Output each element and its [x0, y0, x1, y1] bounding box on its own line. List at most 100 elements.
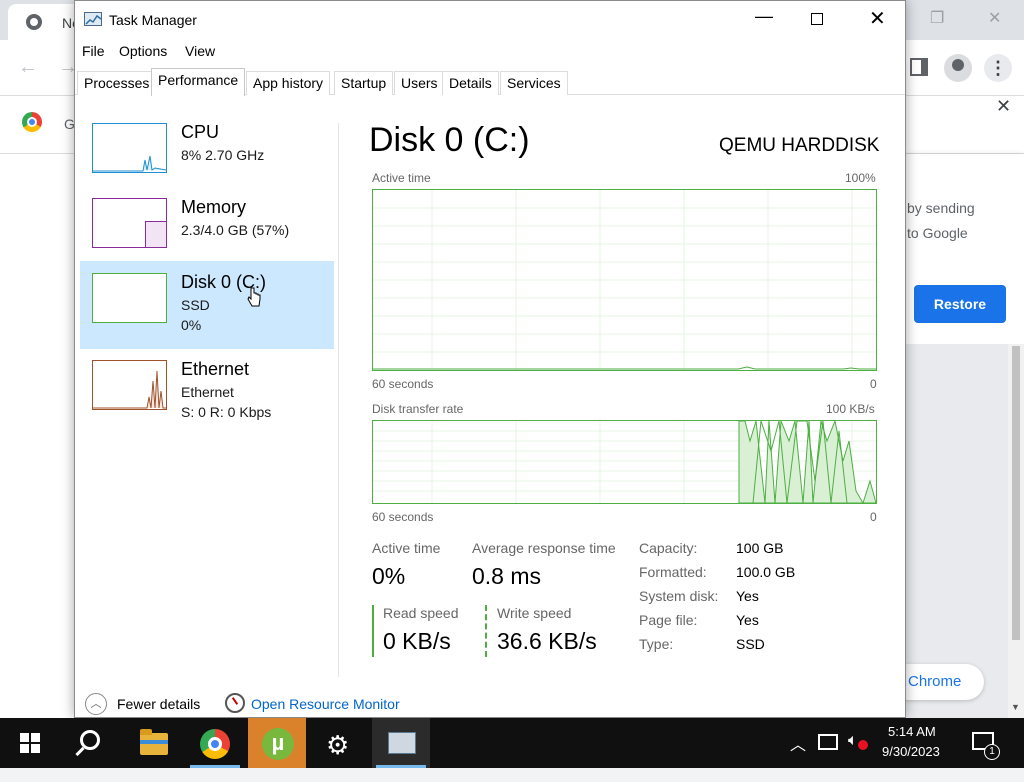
prop-type-value: SSD — [736, 636, 765, 652]
chrome-content-area — [906, 344, 1024, 718]
profile-avatar-icon[interactable] — [944, 54, 972, 82]
restore-bubble: by sending to Google Restore — [906, 154, 1024, 344]
tab-details[interactable]: Details — [442, 71, 499, 95]
tab-startup[interactable]: Startup — [334, 71, 394, 95]
prop-page-file-label: Page file: — [639, 612, 698, 628]
active-time-graph — [372, 189, 877, 371]
active-time-value: 0% — [372, 563, 406, 589]
avg-response-value: 0.8 ms — [472, 563, 542, 589]
notification-count: 1 — [984, 744, 1000, 760]
read-speed-value: 0 KB/s — [383, 628, 451, 654]
menu-file[interactable]: File — [82, 43, 105, 59]
google-logo-icon — [22, 112, 42, 132]
graph2-max: 100 KB/s — [826, 402, 875, 416]
infobar-close-icon[interactable]: ✕ — [996, 96, 1011, 117]
tab-processes[interactable]: Processes — [77, 71, 157, 95]
graph1-label: Active time — [372, 171, 431, 185]
chrome-menu-icon[interactable]: ⋮ — [984, 54, 1012, 82]
chevron-up-tray-icon[interactable]: ︿ — [790, 731, 806, 781]
write-speed-label: Write speed — [497, 605, 572, 621]
resource-sub: SSD — [181, 297, 210, 313]
ethernet-thumbnail — [92, 360, 167, 410]
resource-ethernet[interactable]: Ethernet Ethernet S: 0 R: 0 Kbps — [80, 348, 334, 436]
scrollbar-thumb[interactable] — [1012, 346, 1020, 640]
task-manager-app-icon — [84, 12, 102, 26]
transfer-rate-graph — [372, 419, 877, 505]
disk-title: Disk 0 (C:) — [369, 121, 530, 159]
resource-name: CPU — [181, 122, 220, 142]
graph1-max: 100% — [845, 171, 876, 185]
resource-disk[interactable]: Disk 0 (C:) SSD 0% — [80, 261, 334, 349]
chrome-close-icon[interactable]: ✕ — [988, 8, 1001, 28]
back-arrow-icon[interactable]: ← — [18, 56, 38, 79]
scroll-down-arrow-icon[interactable]: ▼ — [1011, 702, 1020, 712]
avg-response-label: Average response time — [472, 540, 616, 556]
write-speed-value: 36.6 KB/s — [497, 628, 597, 654]
graph2-label: Disk transfer rate — [372, 402, 464, 416]
transfer-rate-graph-svg — [373, 419, 877, 505]
start-button-windows-icon[interactable] — [20, 733, 40, 753]
utorrent-icon[interactable]: µ — [262, 728, 294, 760]
read-speed-bar — [372, 605, 374, 657]
active-time-graph-svg — [373, 190, 876, 370]
write-speed-bar — [485, 605, 487, 657]
volume-muted-icon[interactable]: 🔈︎ — [848, 732, 858, 782]
window-title: Task Manager — [109, 12, 197, 28]
resource-sub: 8% 2.70 GHz — [181, 147, 265, 163]
resource-monitor-icon — [225, 693, 245, 713]
resource-sub2: S: 0 R: 0 Kbps — [181, 404, 272, 420]
open-resource-monitor-link[interactable]: Open Resource Monitor — [251, 696, 400, 712]
file-explorer-icon[interactable] — [140, 729, 168, 755]
fewer-details-link[interactable]: Fewer details — [117, 696, 200, 712]
menu-bar: File Options View — [75, 39, 905, 65]
clock-time[interactable]: 5:14 AM — [888, 724, 936, 739]
menu-view[interactable]: View — [185, 43, 215, 59]
read-speed-label: Read speed — [383, 605, 459, 621]
tab-performance[interactable]: Performance — [151, 68, 246, 96]
search-icon[interactable] — [80, 730, 100, 750]
graph1-time: 60 seconds — [372, 377, 434, 391]
disk-model: QEMU HARDDISK — [719, 135, 880, 156]
restore-button[interactable]: Restore — [914, 285, 1006, 323]
chrome-restore-icon[interactable]: ❐ — [930, 8, 944, 28]
menu-options[interactable]: Options — [119, 43, 167, 59]
maximize-icon[interactable] — [811, 13, 823, 25]
chrome-icon[interactable] — [200, 729, 230, 759]
prop-formatted-label: Formatted: — [639, 564, 707, 580]
side-panel-icon[interactable] — [910, 58, 928, 76]
memory-thumbnail — [92, 198, 167, 248]
prop-page-file-value: Yes — [736, 612, 759, 628]
prop-system-disk-value: Yes — [736, 588, 759, 604]
taskbar: µ ⚙ ︿ 🔈︎ 5:14 AM 9/30/2023 1 — [0, 718, 1024, 768]
resource-sub: 2.3/4.0 GB (57%) — [181, 222, 290, 238]
prop-capacity-value: 100 GB — [736, 540, 784, 556]
tab-bar: Processes Performance App history Startu… — [75, 68, 905, 96]
close-icon[interactable]: ✕ — [869, 6, 886, 31]
pane-divider — [338, 123, 339, 677]
minimize-icon[interactable]: — — [755, 6, 773, 27]
active-time-label: Active time — [372, 540, 441, 556]
network-icon[interactable] — [818, 734, 838, 750]
resource-name: Ethernet — [181, 359, 250, 379]
tab-app-history[interactable]: App history — [246, 71, 331, 95]
chrome-scrollbar[interactable]: ▼ — [1008, 344, 1024, 718]
hand-cursor-icon — [247, 287, 261, 307]
tab-users[interactable]: Users — [394, 71, 445, 95]
task-manager-titlebar[interactable]: Task Manager — ✕ — [75, 1, 905, 39]
tab-services[interactable]: Services — [500, 71, 568, 95]
disk-thumbnail — [92, 273, 167, 323]
clock-date[interactable]: 9/30/2023 — [882, 744, 940, 759]
chevron-up-icon[interactable]: ︿ — [85, 693, 107, 715]
prop-system-disk-label: System disk: — [639, 588, 719, 604]
resource-name: Memory — [181, 197, 247, 217]
chrome-pill-label: Chrome — [908, 673, 962, 690]
task-manager-taskbar-icon[interactable] — [388, 732, 416, 754]
resource-sub2: 0% — [181, 317, 202, 333]
cpu-thumbnail — [92, 123, 167, 173]
graph2-time: 60 seconds — [372, 510, 434, 524]
graph1-min: 0 — [870, 377, 877, 391]
settings-gear-icon[interactable]: ⚙ — [326, 730, 349, 761]
bubble-text-line1: by sending — [907, 200, 975, 216]
task-manager-footer: ︿ Fewer details Open Resource Monitor — [75, 693, 905, 719]
mute-badge-icon — [858, 740, 868, 750]
